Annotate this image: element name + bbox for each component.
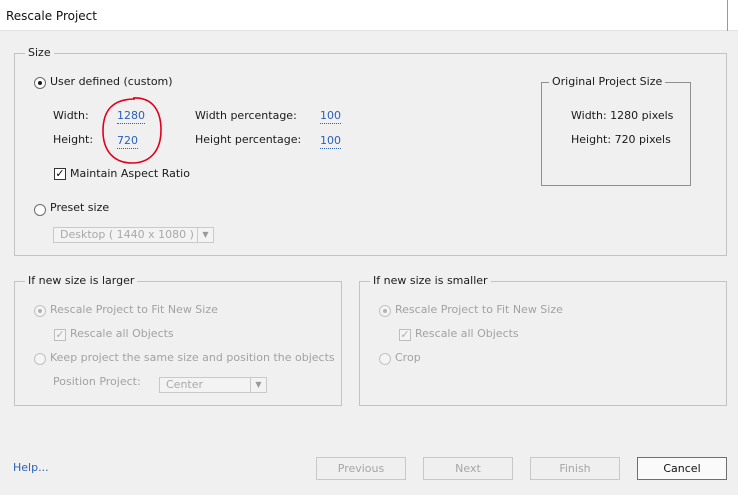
width-percentage-label: Width percentage: [195,109,297,122]
size-group-legend: Size [25,46,54,60]
original-size-legend: Original Project Size [549,75,666,89]
height-label: Height: [53,133,94,146]
red-annotation-circle [102,97,162,164]
preset-size-value: Desktop ( 1440 x 1080 ) [60,228,194,241]
user-defined-label[interactable]: User defined (custom) [50,75,173,89]
width-label: Width: [53,109,89,122]
position-project-value: Center [166,378,204,391]
smaller-rescale-fit-label[interactable]: Rescale Project to Fit New Size [395,303,563,317]
width-percentage-input[interactable]: 100 [320,109,341,124]
smaller-rescale-objects-checkbox[interactable]: ✓ [399,329,411,341]
height-percentage-input[interactable]: 100 [320,134,341,149]
maintain-aspect-label[interactable]: Maintain Aspect Ratio [70,167,190,181]
larger-rescale-objects-checkbox[interactable]: ✓ [54,329,66,341]
original-width-text: Width: 1280 pixels [571,109,674,122]
preset-size-label[interactable]: Preset size [50,201,109,215]
previous-button[interactable]: Previous [316,457,406,480]
window-title: Rescale Project [6,9,97,23]
larger-rescale-fit-label[interactable]: Rescale Project to Fit New Size [50,303,218,317]
smaller-rescale-fit-radio[interactable] [379,305,391,317]
smaller-rescale-objects-label[interactable]: Rescale all Objects [415,327,519,341]
next-button[interactable]: Next [423,457,513,480]
cancel-button[interactable]: Cancel [637,457,727,480]
larger-rescale-fit-radio[interactable] [34,305,46,317]
help-link[interactable]: Help... [13,461,49,475]
smaller-group: If new size is smaller [359,274,727,406]
preset-size-dropdown[interactable]: Desktop ( 1440 x 1080 ) ▼ [53,227,214,243]
user-defined-radio[interactable] [34,77,46,89]
chevron-down-icon: ▼ [250,378,266,392]
keep-size-radio[interactable] [34,353,46,365]
position-project-label: Position Project: [53,375,141,388]
finish-button[interactable]: Finish [530,457,620,480]
crop-radio[interactable] [379,353,391,365]
position-project-dropdown[interactable]: Center ▼ [159,377,267,393]
preset-size-radio[interactable] [34,204,46,216]
original-height-text: Height: 720 pixels [571,133,671,146]
keep-size-label[interactable]: Keep project the same size and position … [50,351,335,365]
chevron-down-icon: ▼ [197,228,213,242]
larger-group-legend: If new size is larger [25,274,138,288]
crop-label[interactable]: Crop [395,351,421,365]
smaller-group-legend: If new size is smaller [370,274,491,288]
height-percentage-label: Height percentage: [195,133,302,146]
title-bar: Rescale Project [0,0,738,31]
window-frame-edge [727,0,728,31]
larger-rescale-objects-label[interactable]: Rescale all Objects [70,327,174,341]
maintain-aspect-checkbox[interactable]: ✓ [54,168,66,180]
